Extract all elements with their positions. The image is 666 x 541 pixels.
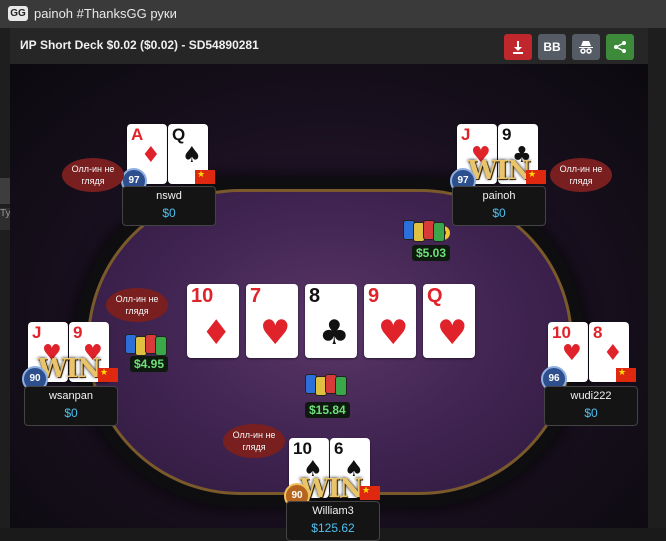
background-fragment (0, 178, 10, 204)
card-rank: 10 (293, 439, 312, 458)
board-card-1: 10 ♦ (187, 284, 239, 358)
player-info-painoh[interactable]: painoh $0 (452, 186, 546, 226)
china-flag-icon (360, 485, 380, 500)
download-button[interactable] (504, 34, 532, 60)
emote-bubble: Олл-ин не глядя (62, 158, 124, 192)
card-rank: 7 (250, 285, 262, 307)
player-info-nswd[interactable]: nswd $0 (122, 186, 216, 226)
player-name: William3 (312, 505, 354, 517)
heart-suit-icon: ♥ (437, 313, 468, 353)
replay-toolbar: ИР Short Deck $0.02 ($0.02) - SD54890281… (10, 28, 648, 64)
board-card-3: 8 ♣ (305, 284, 357, 358)
card-rank: Q (172, 125, 186, 144)
chip-icon (155, 336, 167, 356)
anonymous-button[interactable] (572, 34, 600, 60)
board-card-4: 9 ♥ (364, 284, 416, 358)
player-bet: $5.03 (412, 245, 451, 261)
board-card-2: 7 ♥ (246, 284, 298, 358)
incognito-icon (579, 41, 593, 54)
diamond-suit-icon: ♦ (603, 341, 623, 366)
card-rank: 8 (593, 323, 603, 342)
emote-bubble: Олл-ин не глядя (106, 288, 168, 322)
card-rank: 6 (334, 439, 344, 458)
share-button[interactable] (606, 34, 634, 60)
player-info-wsanpan[interactable]: wsanpan $0 (24, 386, 118, 426)
heart-suit-icon: ♥ (378, 313, 409, 353)
hand-replay-window: ИР Short Deck $0.02 ($0.02) - SD54890281… (10, 28, 648, 541)
card-rank: 9 (73, 323, 83, 342)
card-rank: 10 (191, 285, 214, 307)
download-icon (513, 41, 523, 54)
board-card-5: Q ♥ (423, 284, 475, 358)
card-rank: 8 (309, 285, 321, 307)
player-stack: $125.62 (311, 521, 355, 535)
china-flag-icon (526, 169, 546, 184)
player-info-william3[interactable]: William3 $125.62 (286, 501, 380, 541)
pot-chips (305, 374, 347, 396)
player-stack: $0 (492, 206, 506, 220)
bb-toggle-button[interactable]: BB (538, 34, 566, 60)
background-window-edge: Ту (0, 28, 10, 528)
heart-suit-icon: ♥ (562, 341, 582, 366)
emote-bubble: Олл-ин не глядя (223, 424, 285, 458)
table-area: 10 ♦ 7 ♥ 8 ♣ 9 ♥ Q ♥ $15.84 A ♦ Q ♠ 97 ★… (10, 64, 648, 541)
card-rank: A (131, 125, 144, 144)
player-stack: $0 (584, 406, 598, 420)
card-rank: Q (427, 285, 443, 307)
window-title: painoh #ThanksGG руки (34, 6, 177, 21)
china-flag-icon (195, 169, 215, 184)
win-label: WIN (468, 156, 531, 186)
player-bet: $4.95 (130, 356, 169, 372)
card-rank: 9 (502, 125, 512, 144)
pot-amount: $15.84 (305, 402, 350, 418)
share-icon (614, 41, 626, 53)
chip-icon (433, 222, 445, 242)
china-flag-icon (98, 367, 118, 382)
title-bar: GG painoh #ThanksGG руки (0, 0, 666, 29)
gg-logo-icon: GG (8, 6, 28, 21)
diamond-suit-icon: ♦ (201, 313, 232, 353)
card-rank: 9 (368, 285, 380, 307)
spade-suit-icon: ♠ (182, 143, 202, 168)
club-suit-icon: ♣ (319, 313, 350, 353)
card-rank: J (461, 125, 471, 144)
player-name: wsanpan (48, 390, 94, 402)
card-rank: 10 (552, 323, 571, 342)
china-flag-icon (616, 367, 636, 382)
heart-suit-icon: ♥ (260, 313, 291, 353)
app-window: GG painoh #ThanksGG руки Ту ИР Short Dec… (0, 0, 666, 541)
bet-chips (125, 334, 167, 356)
player-stack: $0 (64, 406, 78, 420)
bet-chips (403, 220, 445, 242)
player-info-wudi222[interactable]: wudi222 $0 (544, 386, 638, 426)
background-text-fragment: Ту (0, 208, 10, 230)
background-window-edge-right (648, 28, 666, 528)
player-name: wudi222 (570, 390, 612, 402)
player-stack: $0 (162, 206, 176, 220)
diamond-suit-icon: ♦ (141, 143, 161, 168)
card-rank: J (32, 323, 42, 342)
table-info: ИР Short Deck $0.02 ($0.02) - SD54890281 (20, 38, 259, 52)
emote-bubble: Олл-ин не глядя (550, 158, 612, 192)
player-name: nswd (156, 190, 182, 202)
player-name: painoh (482, 190, 516, 202)
chip-icon (335, 376, 347, 396)
